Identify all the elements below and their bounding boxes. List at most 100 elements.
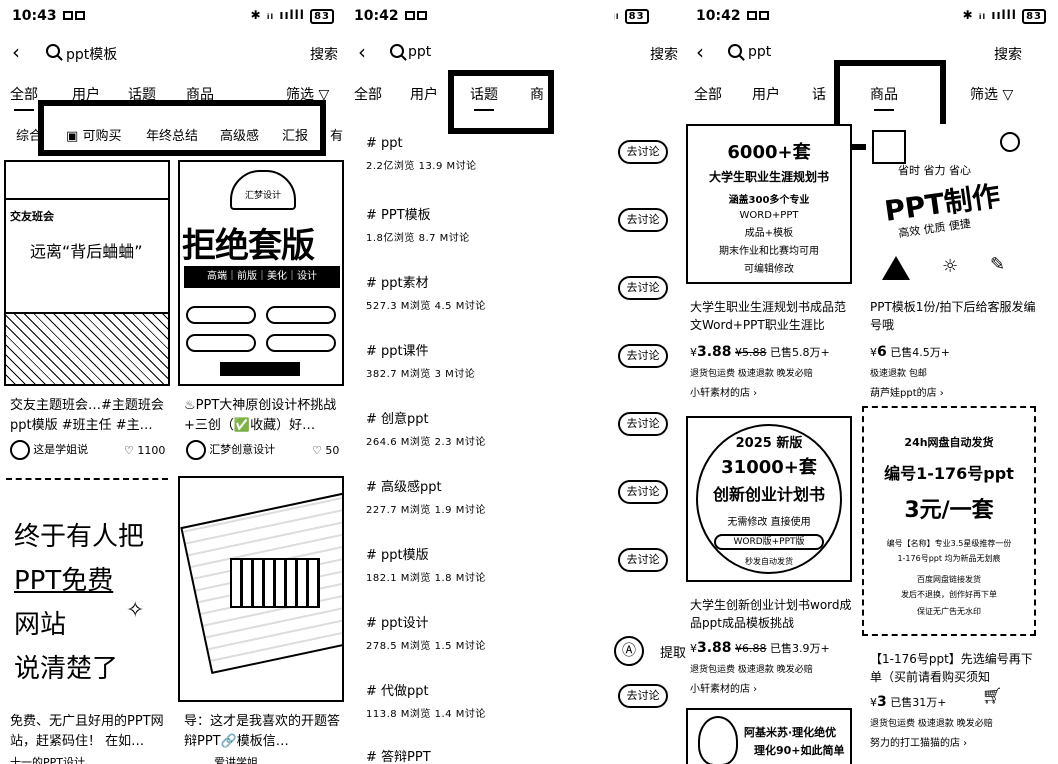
search-button[interactable]: 搜索 [650, 44, 678, 64]
edit-icon: ✎ [990, 254, 1006, 275]
topic-item[interactable]: # 创意ppt 264.6 M浏览 2.3 M讨论 [366, 408, 486, 448]
product-title[interactable]: 大学生创新创业计划书word成品ppt成品模板挑战 [690, 596, 854, 632]
service-tags: 退货包运费 极速退款 晚发必赔 [690, 665, 813, 675]
note-cover[interactable]: 交友班会 远离“背后蛐蛐” [4, 160, 170, 386]
author[interactable]: 爱讲学姐 [214, 754, 258, 764]
search-input[interactable]: ppt [408, 44, 431, 60]
globe-icon [1000, 132, 1020, 152]
screen-search-ppt-template: 10:43 ✱ ᵢₗ ıılll 83 ‹ ppt模板 搜索 全部 用户 话题 … [0, 0, 346, 764]
back-icon[interactable]: ‹ [12, 42, 20, 62]
search-button[interactable]: 搜索 [310, 44, 338, 64]
note-cover[interactable] [178, 476, 344, 702]
sparkle-icon: ✧ [126, 598, 145, 623]
back-icon[interactable]: ‹ [358, 42, 366, 62]
tab-users[interactable]: 用户 [752, 84, 780, 104]
status-time: 10:42 [354, 8, 428, 24]
search-bar: ‹ ppt模板 搜索 [0, 40, 346, 68]
discuss-button[interactable]: 去讨论 [618, 276, 668, 300]
avatar [186, 440, 206, 460]
topic-item[interactable]: # ppt模版 182.1 M浏览 1.8 M讨论 [366, 544, 486, 584]
product-image[interactable]: 6000+套 大学生职业生涯规划书 涵盖300多个专业 WORD+PPT 成品+… [686, 124, 852, 284]
product-image[interactable]: 24h网盘自动发货 编号1-176号ppt 3元/一套 编号【名称】专业3.5星… [862, 406, 1036, 636]
product-title[interactable]: 大学生职业生涯规划书成品范文Word+PPT职业生涯比 [690, 298, 854, 334]
product-title[interactable]: 【1-176号ppt】先选编号再下单（买前请看购买须知 [870, 650, 1038, 686]
like-count[interactable]: ♡ 50 [312, 444, 339, 457]
search-input[interactable]: ppt [748, 44, 771, 60]
screen-search-ppt-products: 10:42 ✱ ᵢₗ ıılll 83 ✱ ᵢₗ 83 搜索 ‹ ppt 搜索 … [614, 0, 1058, 764]
product-title[interactable]: PPT模板1份/拍下后给客服发编号哦 [870, 298, 1036, 334]
product-price: ¥3 已售31万+ [870, 694, 947, 710]
note-title[interactable]: 交友主题班会…#主题班会ppt模版 #班主任 #主… [10, 396, 168, 436]
note-title[interactable]: 免费、无广且好用的PPT网站，赶紧码住！ 在如… [10, 712, 168, 752]
topic-item[interactable]: # 代做ppt 113.8 M浏览 1.4 M讨论 [366, 680, 486, 720]
status-bar: 10:42 ✱ ᵢₗ ıılll 83 ✱ ᵢₗ 83 [614, 6, 1046, 28]
screen-search-ppt-topics: 10:42 ‹ ppt 全部 用户 话题 商 # ppt 2.2亿浏览 13.9 … [346, 0, 614, 764]
topic-item[interactable]: # 答辩PPT [366, 746, 431, 764]
shop-link[interactable]: 小轩素材的店 › [690, 384, 757, 399]
service-tags: 退货包运费 极速退款 晚发必赔 [870, 719, 993, 729]
note-cover[interactable]: 汇梦设计 拒绝套版 高端｜前版｜美化｜设计 [178, 160, 344, 386]
highlight-box [38, 100, 326, 156]
search-icon [390, 44, 404, 58]
topic-item[interactable]: # 高级感ppt 227.7 M浏览 1.9 M讨论 [366, 476, 486, 516]
tab-topics[interactable]: 话 [812, 84, 826, 104]
status-icons: ✱ ᵢₗ ıılll 83 [251, 8, 334, 24]
note-title[interactable]: ♨PPT大神原创设计杯挑战+三创（✅收藏）好… [184, 396, 340, 436]
status-time: 10:42 [696, 8, 770, 24]
note-cover[interactable]: 终于有人把 PPT免费 网站 说清楚了 ✧ [4, 476, 170, 702]
filter-icon: ▽ [1002, 87, 1014, 103]
topic-item[interactable]: # PPT模板 1.8亿浏览 8.7 M讨论 [366, 204, 470, 244]
triangle-ruler-icon [882, 256, 910, 280]
discuss-button[interactable]: 去讨论 [618, 344, 668, 368]
product-price: ¥3.88 ¥5.88 已售5.8万+ [690, 344, 830, 360]
tab-users[interactable]: 用户 [410, 84, 438, 104]
product-price: ¥6 已售4.5万+ [870, 344, 950, 360]
tab-all[interactable]: 全部 [10, 84, 38, 111]
avatar [10, 440, 30, 460]
product-image[interactable]: 阿基米苏·理化绝优 理化90+如此简单 [686, 708, 852, 764]
extract-button[interactable]: 提取 [660, 642, 686, 661]
search-button[interactable]: 搜索 [994, 44, 1022, 64]
tab-all[interactable]: 全部 [354, 84, 382, 104]
highlight-box [448, 70, 554, 134]
product-image[interactable]: 2025 新版 31000+套 创新创业计划书 无需修改 直接使用 WORD版+… [686, 416, 852, 582]
search-icon [728, 44, 742, 58]
search-bar: ‹ ppt [346, 40, 614, 68]
extract-icon[interactable]: Ⓐ [614, 636, 644, 666]
discuss-button[interactable]: 去讨论 [618, 480, 668, 504]
search-icon [46, 44, 60, 58]
shop-link[interactable]: 小轩素材的店 › [690, 680, 757, 695]
shop-link[interactable]: 努力的打工猫猫的店 › [870, 734, 967, 749]
status-time: 10:43 [12, 8, 86, 24]
service-tags: 极速退款 包邮 [870, 369, 927, 379]
discuss-button[interactable]: 去讨论 [618, 140, 668, 164]
discuss-button[interactable]: 去讨论 [618, 548, 668, 572]
topic-item[interactable]: # ppt素材 527.3 M浏览 4.5 M讨论 [366, 272, 486, 312]
product-price: ¥3.88 ¥6.88 已售3.9万+ [690, 640, 830, 656]
note-title[interactable]: 导：这才是我喜欢的开题答辩PPT🔗模板信… [184, 712, 340, 752]
author[interactable]: 这是学姐说 [10, 440, 88, 460]
status-bar: 10:43 ✱ ᵢₗ ıılll 83 [12, 6, 334, 28]
status-icons: ✱ ᵢₗ ıılll 83 [963, 8, 1046, 24]
shop-link[interactable]: 葫芦娃ppt的店 › [870, 384, 944, 399]
author[interactable]: 汇梦创意设计 [186, 440, 275, 460]
like-count[interactable]: ♡ 1100 [124, 444, 165, 457]
avatar [698, 716, 738, 764]
cart-icon[interactable]: 🛒︎ [982, 686, 1002, 705]
search-input[interactable]: ppt模板 [66, 44, 117, 64]
discuss-button[interactable]: 去讨论 [618, 208, 668, 232]
tab-all[interactable]: 全部 [694, 84, 722, 104]
subtab-more[interactable]: 有 [330, 125, 343, 144]
topic-item[interactable]: # ppt 2.2亿浏览 13.9 M讨论 [366, 136, 477, 172]
topic-item[interactable]: # ppt设计 278.5 M浏览 1.5 M讨论 [366, 612, 486, 652]
filter-button[interactable]: 筛选 ▽ [970, 84, 1013, 104]
lightbulb-icon: ☼ [942, 256, 959, 277]
discuss-button[interactable]: 去讨论 [618, 684, 668, 708]
service-tags: 退货包运费 极速退款 晚发必赔 [690, 369, 813, 379]
back-icon[interactable]: ‹ [696, 42, 704, 62]
product-image[interactable]: 省时 省力 省心 PPT制作 高效 优质 便捷 ☼ ✎ [866, 124, 1032, 284]
author[interactable]: 十一的PPT设计 [10, 754, 85, 764]
status-bar: 10:42 [354, 6, 614, 28]
topic-item[interactable]: # ppt课件 382.7 M浏览 3 M讨论 [366, 340, 475, 380]
discuss-button[interactable]: 去讨论 [618, 412, 668, 436]
